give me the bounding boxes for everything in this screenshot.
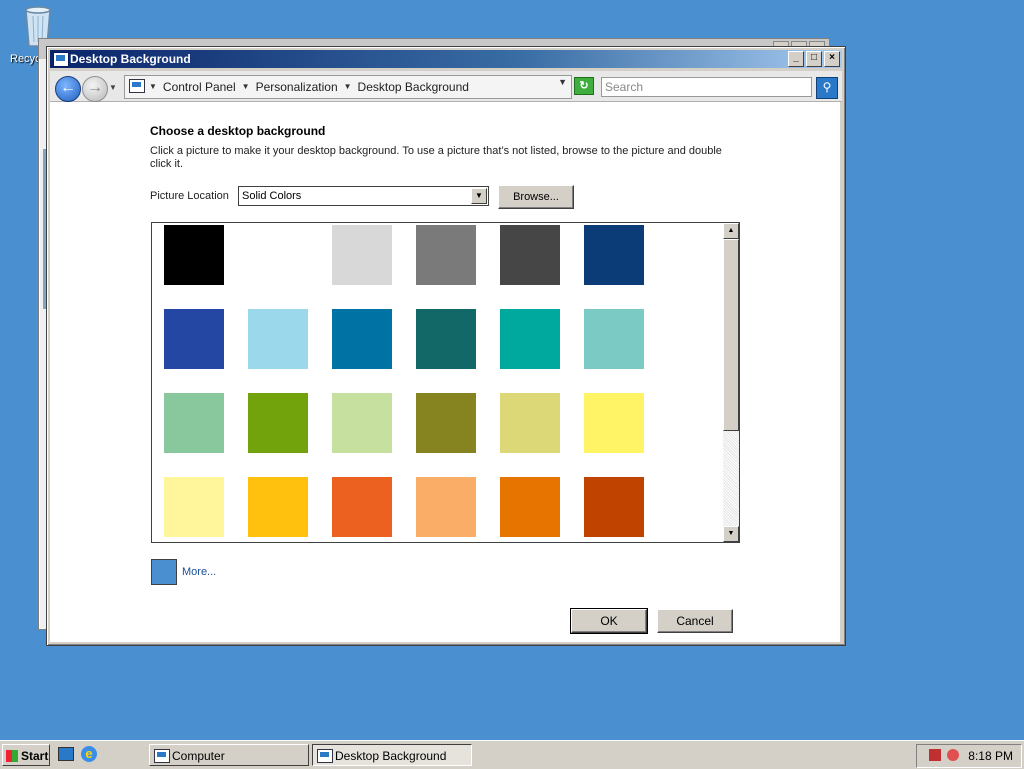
minimize-button[interactable]: _: [788, 51, 804, 67]
computer-icon: [154, 749, 170, 763]
taskbar-item-label: Desktop Background: [335, 749, 447, 763]
gallery-scrollbar[interactable]: ▲ ▼: [723, 223, 739, 542]
scroll-down-icon[interactable]: ▼: [723, 526, 739, 542]
network-icon[interactable]: [929, 749, 941, 761]
scroll-up-icon[interactable]: ▲: [723, 223, 739, 239]
search-icon: ⚲: [822, 80, 832, 94]
more-colors-swatch[interactable]: [151, 559, 177, 585]
start-button[interactable]: Start: [2, 744, 50, 766]
color-swatch[interactable]: [500, 309, 560, 369]
color-swatch[interactable]: [332, 393, 392, 453]
breadcrumb-chevron-icon[interactable]: ▼: [344, 76, 352, 98]
maximize-button[interactable]: □: [806, 51, 822, 67]
color-gallery: ▲ ▼: [151, 222, 740, 543]
color-swatch[interactable]: [500, 393, 560, 453]
scrollbar-thumb[interactable]: [723, 239, 739, 431]
window-title: Desktop Background: [70, 52, 191, 66]
color-swatch[interactable]: [248, 225, 308, 285]
volume-icon[interactable]: [947, 749, 959, 761]
breadcrumb-personalization[interactable]: Personalization: [256, 76, 338, 98]
taskbar-item-computer[interactable]: Computer: [149, 744, 309, 766]
address-dropdown-icon[interactable]: ▼: [558, 77, 567, 87]
taskbar: Start e Computer Desktop Background 8:18…: [0, 740, 1024, 769]
windows-logo-icon: [6, 750, 18, 762]
start-label: Start: [21, 749, 49, 763]
more-colors-link[interactable]: More...: [182, 566, 216, 578]
browse-button[interactable]: Browse...: [498, 185, 574, 209]
color-swatch[interactable]: [332, 309, 392, 369]
breadcrumb: ▼ Control Panel ▼ Personalization ▼ Desk…: [149, 76, 469, 98]
back-arrow-icon: ←: [60, 79, 76, 96]
search-button[interactable]: ⚲: [816, 77, 838, 99]
refresh-button[interactable]: ↻: [574, 77, 594, 95]
color-swatch[interactable]: [416, 225, 476, 285]
color-swatch[interactable]: [500, 225, 560, 285]
picture-location-select[interactable]: Solid Colors ▼: [238, 186, 489, 206]
color-swatch[interactable]: [164, 309, 224, 369]
forward-button[interactable]: →: [82, 76, 108, 102]
history-dropdown-icon[interactable]: ▼: [109, 83, 117, 92]
cancel-button[interactable]: Cancel: [657, 609, 733, 633]
control-panel-icon: [129, 79, 145, 93]
color-swatch[interactable]: [584, 225, 644, 285]
color-swatch[interactable]: [248, 477, 308, 537]
breadcrumb-control-panel[interactable]: Control Panel: [163, 76, 236, 98]
color-swatch[interactable]: [332, 477, 392, 537]
forward-arrow-icon: →: [87, 79, 103, 96]
chevron-down-icon[interactable]: ▼: [471, 188, 487, 204]
taskbar-item-desktop-background[interactable]: Desktop Background: [312, 744, 472, 766]
breadcrumb-desktop-background[interactable]: Desktop Background: [358, 76, 469, 98]
color-swatch[interactable]: [164, 393, 224, 453]
window-controls: _ □ ×: [788, 51, 840, 67]
breadcrumb-chevron-icon[interactable]: ▼: [149, 76, 157, 98]
color-swatch[interactable]: [416, 309, 476, 369]
monitor-icon: [53, 52, 69, 67]
breadcrumb-chevron-icon[interactable]: ▼: [242, 76, 250, 98]
search-input[interactable]: Search: [601, 77, 812, 97]
ok-button[interactable]: OK: [570, 608, 648, 634]
color-swatch[interactable]: [248, 393, 308, 453]
content-pane: Choose a desktop background Click a pict…: [50, 102, 840, 642]
navigation-bar: ← → ▼ ▼ Control Panel ▼ Personalization …: [50, 71, 842, 102]
picture-location-label: Picture Location: [150, 190, 229, 202]
desktop-background-window: Desktop Background _ □ × ← → ▼ ▼ Control…: [46, 46, 846, 646]
color-swatch[interactable]: [584, 393, 644, 453]
color-swatch[interactable]: [416, 393, 476, 453]
window-titlebar[interactable]: Desktop Background _ □ ×: [50, 50, 842, 68]
color-swatch[interactable]: [164, 477, 224, 537]
page-title: Choose a desktop background: [150, 124, 326, 138]
close-button[interactable]: ×: [824, 51, 840, 67]
color-swatch[interactable]: [332, 225, 392, 285]
color-swatch[interactable]: [584, 477, 644, 537]
refresh-icon: ↻: [579, 80, 589, 92]
address-bar[interactable]: ▼ Control Panel ▼ Personalization ▼ Desk…: [124, 75, 572, 99]
internet-explorer-icon[interactable]: e: [81, 746, 97, 762]
picture-location-value: Solid Colors: [242, 190, 302, 202]
back-button[interactable]: ←: [55, 76, 81, 102]
color-swatch[interactable]: [500, 477, 560, 537]
color-swatch[interactable]: [248, 309, 308, 369]
clock[interactable]: 8:18 PM: [968, 745, 1013, 767]
show-desktop-icon[interactable]: [58, 747, 74, 761]
color-swatch[interactable]: [416, 477, 476, 537]
color-swatch[interactable]: [164, 225, 224, 285]
page-description: Click a picture to make it your desktop …: [150, 145, 722, 170]
color-swatch[interactable]: [584, 309, 644, 369]
taskbar-item-label: Computer: [172, 749, 225, 763]
monitor-icon: [317, 749, 333, 763]
system-tray: 8:18 PM: [916, 744, 1022, 768]
